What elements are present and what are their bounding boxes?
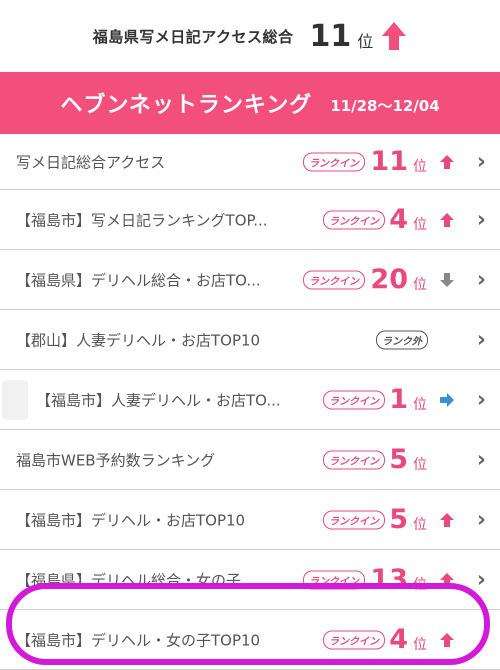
chevron-right-icon[interactable]: › (477, 207, 486, 232)
summary-label: 福島県写メ日記アクセス総合 (92, 27, 294, 46)
rank-in-badge: ランクイン (303, 570, 365, 589)
chevron-right-icon[interactable]: › (477, 149, 486, 174)
rank-unit: 位 (413, 456, 427, 473)
rank-in-badge: ランクイン (323, 210, 385, 229)
rank-unit: 位 (413, 576, 427, 593)
rank-unit: 位 (413, 276, 427, 293)
chevron-right-icon[interactable]: › (477, 507, 486, 532)
ranking-row[interactable]: 【福島県】デリヘル総合・お店TO... ランクイン 20 位 › (0, 250, 500, 310)
rank-in-badge: ランクイン (323, 390, 385, 409)
rank-in-badge: ランクイン (323, 630, 385, 649)
summary-bar: 福島県写メ日記アクセス総合 11 位 (0, 0, 500, 72)
rank-unit: 位 (413, 216, 427, 233)
rank-unit: 位 (413, 636, 427, 653)
header-title: ヘブンネットランキング (60, 93, 313, 118)
rank-in-badge: ランクイン (303, 270, 365, 289)
ranking-row-label: 写メ日記総合アクセス (16, 153, 166, 171)
rank-number: 13 (370, 563, 408, 595)
ranking-row-label: 【福島県】デリヘル総合・女の子... (16, 571, 256, 589)
chevron-right-icon[interactable]: › (477, 327, 486, 352)
ranking-row[interactable]: 【福島市】デリヘル・お店TOP10 ランクイン 5 位 › (0, 490, 500, 550)
arrow-up-icon (440, 572, 454, 587)
rank-number: 5 (389, 443, 408, 475)
arrow-right-icon (440, 392, 454, 407)
header-period: 11/28〜12/04 (330, 96, 440, 115)
rank-unit: 位 (413, 396, 427, 413)
ranking-row-label: 【福島県】デリヘル総合・お店TO... (16, 271, 261, 289)
chevron-right-icon[interactable]: › (477, 267, 486, 292)
rank-in-badge: ランクイン (303, 152, 365, 171)
rank-number: 5 (389, 503, 408, 535)
chevron-right-icon[interactable]: › (477, 387, 486, 412)
ranking-row-label: 福島市WEB予約数ランキング (16, 451, 216, 469)
ranking-row-label: 【福島市】人妻デリヘル・お店TO... (36, 391, 281, 409)
ranking-row-label: 【郡山】人妻デリヘル・お店TOP10 (16, 331, 261, 349)
rank-unit: 位 (413, 158, 427, 175)
rank-unit: 位 (413, 516, 427, 533)
ranking-row[interactable]: 【郡山】人妻デリヘル・お店TOP10 ランク外 › (0, 310, 500, 370)
chevron-right-icon[interactable]: › (477, 447, 486, 472)
ranking-row[interactable]: 福島市WEB予約数ランキング ランクイン 5 位 › (0, 430, 500, 490)
arrow-down-icon (440, 272, 454, 287)
rank-number: 11 (370, 145, 408, 177)
summary-unit: 位 (357, 32, 374, 51)
arrow-up-icon (440, 512, 454, 527)
ranking-row-label: 【福島市】デリヘル・お店TOP10 (16, 511, 246, 529)
ranking-row[interactable]: 写メ日記総合アクセス ランクイン 11 位 › (0, 134, 500, 190)
ranking-row[interactable]: 【福島市】人妻デリヘル・お店TO... ランクイン 1 位 › (0, 370, 500, 430)
rank-in-badge: ランクイン (323, 510, 385, 529)
arrow-up-icon (440, 212, 454, 227)
ranking-row[interactable]: 【福島市】写メ日記ランキングTOP... ランクイン 4 位 › (0, 190, 500, 250)
rank-in-badge: ランクイン (323, 450, 385, 469)
rank-number: 1 (389, 383, 408, 415)
rank-out-badge: ランク外 (376, 330, 428, 349)
rank-number: 4 (389, 623, 408, 655)
ranking-list: 写メ日記総合アクセス ランクイン 11 位 › 【福島市】写メ日記ランキングTOP... ラ… (0, 134, 500, 670)
ranking-row-label: 【福島市】写メ日記ランキングTOP... (16, 211, 268, 229)
rank-number: 4 (389, 203, 408, 235)
ranking-row[interactable]: 【福島市】デリヘル・女の子TOP10 ランクイン 4 位 (0, 610, 500, 670)
arrow-up-icon (382, 22, 407, 50)
ranking-row[interactable]: 【福島県】デリヘル総合・女の子... ランクイン 13 位 › (0, 550, 500, 610)
rank-number: 20 (370, 263, 408, 295)
chevron-right-icon[interactable]: › (477, 567, 486, 592)
ranking-row-label: 【福島市】デリヘル・女の子TOP10 (16, 631, 261, 649)
thumbnail-placeholder (2, 380, 28, 420)
arrow-up-icon (440, 154, 454, 169)
ranking-header: ヘブンネットランキング 11/28〜12/04 (0, 72, 500, 134)
summary-rank: 11 (309, 18, 352, 54)
arrow-up-icon (440, 632, 454, 647)
